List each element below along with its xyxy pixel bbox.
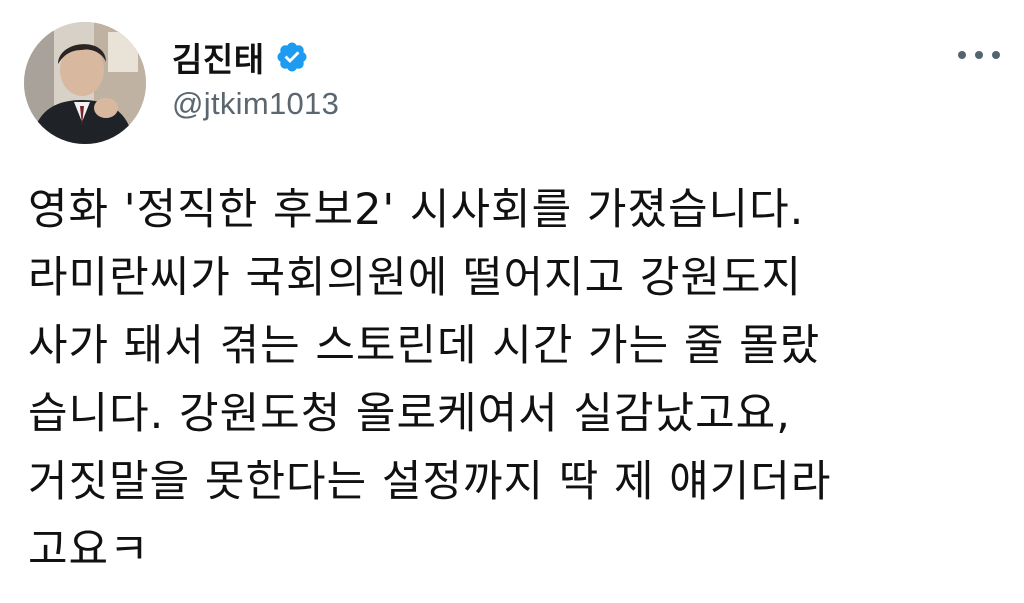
more-horizontal-icon-dot [992,51,1000,59]
tweet-text-line: 영화 '정직한 후보2' 시사회를 가졌습니다. [28,185,805,235]
more-horizontal-icon [958,51,966,59]
more-options-button[interactable] [958,40,1000,70]
author-handle[interactable]: @jtkim1013 [172,86,339,122]
verified-badge-icon [275,40,309,74]
avatar[interactable] [24,22,146,144]
author-name-row: 김진태 [172,33,309,81]
tweet-text: 영화 '정직한 후보2' 시사회를 가졌습니다. 라미란씨가 국회의원에 떨어지… [28,176,1008,584]
tweet-text-line: 사가 돼서 겪는 스토린데 시간 가는 줄 몰랐 [28,321,821,371]
tweet-text-line: 라미란씨가 국회의원에 떨어지고 강원도지 [28,253,803,303]
more-horizontal-icon-dot [975,51,983,59]
author-name[interactable]: 김진태 [172,33,265,81]
tweet-text-line: 거짓말을 못한다는 설정까지 딱 제 얘기더라 [28,457,832,507]
tweet-text-line: 고요ㅋ [28,525,150,575]
tweet-text-line: 습니다. 강원도청 올로케여서 실감났고요, [28,389,791,439]
avatar-photo [24,22,146,144]
